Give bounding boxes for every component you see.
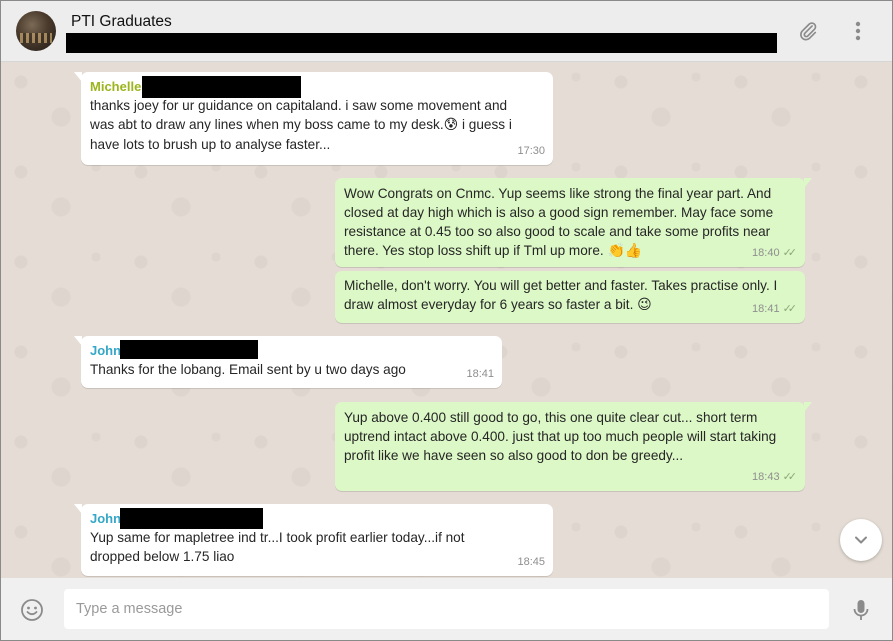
chat-header: PTI Graduates: [1, 1, 892, 62]
group-avatar[interactable]: [16, 11, 56, 51]
message-outgoing[interactable]: Yup above 0.400 still good to go, this o…: [335, 402, 812, 491]
message-text: Yup above 0.400 still good to go, this o…: [344, 410, 777, 463]
message-list[interactable]: Michelle thanks joey for ur guidance on …: [1, 62, 892, 577]
message-text: Wow Congrats on Cnmc. Yup seems like str…: [344, 186, 774, 259]
chevron-down-icon: [855, 536, 867, 544]
message-text: Michelle, don't worry. You will get bett…: [344, 278, 778, 313]
double-check-icon: ✓✓: [782, 247, 798, 259]
message-time: 18:41: [752, 303, 780, 315]
message-meta: 18:40 ✓✓: [752, 244, 797, 263]
redacted-participants: [66, 33, 777, 53]
message-text: Yup same for mapletree ind tr...I took p…: [90, 530, 465, 564]
chat-window: PTI Graduates Michelle thanks joey for u…: [0, 0, 893, 641]
message-meta: 18:43 ✓✓: [752, 468, 797, 487]
message-time: 18:45: [517, 556, 545, 568]
scroll-down-button[interactable]: [840, 519, 882, 561]
clap-thumbs-emoji: 👏👍: [607, 243, 643, 259]
message-text: thanks joey for ur guidance on capitalan…: [90, 98, 512, 152]
message-meta: 17:30: [517, 142, 545, 161]
redacted-sender-detail: [120, 340, 258, 359]
message-meta: 18:45: [517, 553, 545, 572]
double-check-icon: ✓✓: [782, 471, 798, 483]
message-time: 18:40: [752, 247, 780, 259]
redacted-sender-detail: [142, 76, 301, 98]
fearful-emoji: 😰: [443, 117, 459, 133]
chat-title[interactable]: PTI Graduates: [71, 13, 172, 31]
message-meta: 18:41 ✓✓: [752, 300, 797, 319]
message-input[interactable]: [64, 589, 829, 629]
message-outgoing[interactable]: Michelle, don't worry. You will get bett…: [335, 271, 805, 323]
composer-bar: [1, 578, 892, 640]
message-time: 17:30: [517, 145, 545, 157]
menu-icon[interactable]: [846, 19, 870, 43]
message-text: Thanks for the lobang. Email sent by u t…: [90, 362, 406, 377]
double-check-icon: ✓✓: [782, 303, 798, 315]
redacted-sender-detail: [120, 508, 263, 529]
message-outgoing[interactable]: Wow Congrats on Cnmc. Yup seems like str…: [335, 178, 812, 267]
emoji-icon[interactable]: [19, 597, 45, 623]
message-time: 18:43: [752, 471, 780, 483]
message-time: 18:41: [466, 368, 494, 380]
wink-emoji: 😉: [637, 297, 652, 313]
message-meta: 18:41: [466, 365, 494, 384]
microphone-icon[interactable]: [848, 597, 874, 623]
paperclip-icon[interactable]: [796, 19, 820, 43]
